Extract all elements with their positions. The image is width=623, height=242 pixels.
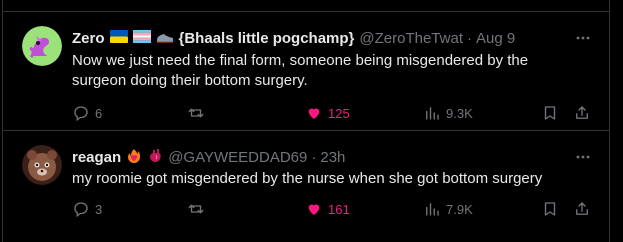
- tweet-header: Zero {Bhaals little pogchamp} @ZeroTheTw…: [72, 28, 579, 48]
- tweet-zero[interactable]: Zero {Bhaals little pogchamp} @ZeroTheTw…: [3, 12, 609, 130]
- reply-icon: [74, 202, 88, 218]
- tweet-reagan[interactable]: reagan @GAYWEEDDAD69 · 23h my roomie got…: [3, 131, 609, 242]
- tweet-header: reagan @GAYWEEDDAD69 · 23h: [72, 147, 579, 167]
- separator: ·: [311, 148, 317, 166]
- tweet-text: my roomie got misgendered by the nurse w…: [72, 170, 543, 187]
- view-count: 7.9K: [446, 201, 473, 217]
- sneaker-icon: [156, 30, 174, 47]
- bookmark-button[interactable]: [541, 103, 559, 123]
- anatomical-heart-icon: [147, 147, 163, 167]
- heart-on-fire-icon: [126, 147, 142, 167]
- handle[interactable]: @ZeroTheTwat: [359, 30, 463, 47]
- more-options-icon[interactable]: [575, 149, 591, 165]
- like-count: 125: [328, 105, 350, 121]
- bookmark-icon: [544, 202, 556, 216]
- more-options-icon[interactable]: [575, 30, 591, 46]
- tweet-text: Now we just need the final form, someone…: [72, 52, 529, 89]
- like-button[interactable]: 125: [305, 103, 350, 123]
- reply-count: 3: [95, 201, 103, 217]
- reply-button[interactable]: 6: [72, 103, 102, 123]
- avatar[interactable]: [22, 26, 62, 66]
- bookmark-icon: [544, 106, 556, 120]
- display-name[interactable]: reagan: [72, 149, 121, 166]
- bookmark-button[interactable]: [541, 199, 559, 219]
- avatar-image: [22, 145, 62, 185]
- reply-button[interactable]: 3: [72, 199, 102, 219]
- share-button[interactable]: [573, 103, 591, 123]
- like-count: 161: [328, 201, 350, 217]
- share-icon: [576, 202, 588, 215]
- reply-count: 6: [95, 105, 103, 121]
- reply-icon: [74, 106, 88, 122]
- timeline: Zero {Bhaals little pogchamp} @ZeroTheTw…: [0, 0, 610, 242]
- heart-filled-icon: [308, 204, 320, 215]
- view-count: 9.3K: [446, 105, 473, 121]
- ukraine-flag-icon: [109, 29, 128, 47]
- share-icon: [576, 106, 588, 119]
- views-chart-icon: [426, 107, 439, 120]
- trans-flag-icon: [132, 29, 151, 47]
- avatar[interactable]: [22, 145, 62, 185]
- display-name-suffix[interactable]: {Bhaals little pogchamp}: [179, 30, 355, 47]
- retweet-button[interactable]: [187, 103, 205, 123]
- timestamp[interactable]: 23h: [320, 149, 345, 166]
- views-button[interactable]: 9.3K: [423, 103, 473, 123]
- views-chart-icon: [426, 203, 439, 216]
- handle[interactable]: @GAYWEEDDAD69: [168, 149, 307, 166]
- retweet-icon: [188, 108, 204, 118]
- retweet-icon: [188, 204, 204, 214]
- retweet-button[interactable]: [187, 199, 205, 219]
- display-name[interactable]: Zero: [72, 30, 105, 47]
- heart-filled-icon: [308, 108, 320, 119]
- avatar-image: [22, 26, 62, 66]
- share-button[interactable]: [573, 199, 591, 219]
- tweet-actions: 3 161 7.9K: [72, 199, 588, 219]
- timestamp[interactable]: Aug 9: [476, 30, 515, 47]
- like-button[interactable]: 161: [305, 199, 350, 219]
- separator: ·: [466, 29, 472, 47]
- tweet-actions: 6 125 9.3K: [72, 103, 588, 123]
- views-button[interactable]: 7.9K: [423, 199, 473, 219]
